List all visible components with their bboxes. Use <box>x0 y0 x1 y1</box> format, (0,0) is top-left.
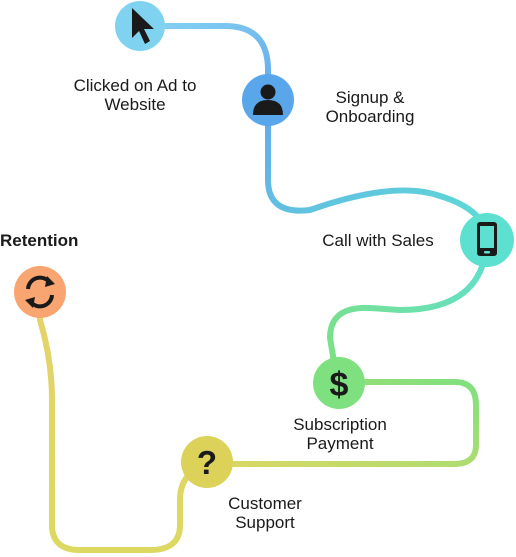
path-support-to-retention <box>37 289 211 553</box>
label-sales-call: Call with Sales <box>322 231 434 250</box>
phone-icon <box>477 222 497 256</box>
dollar-icon: $ <box>330 366 349 404</box>
path-sales-to-payment <box>326 237 490 383</box>
label-ad-click: Clicked on Ad to Website <box>73 76 197 114</box>
node-signup <box>242 74 294 126</box>
label-signup: Signup & Onboarding <box>325 88 415 126</box>
label-payment: Subscription Payment <box>293 415 387 453</box>
node-payment: $ <box>313 357 365 409</box>
node-support: ? <box>181 436 233 488</box>
node-retention <box>14 266 66 318</box>
question-icon: ? <box>197 444 217 481</box>
node-ad-click <box>115 1 165 51</box>
label-support: Customer Support <box>228 494 302 532</box>
label-retention: Retention <box>0 231 79 250</box>
node-sales-call <box>460 213 514 267</box>
